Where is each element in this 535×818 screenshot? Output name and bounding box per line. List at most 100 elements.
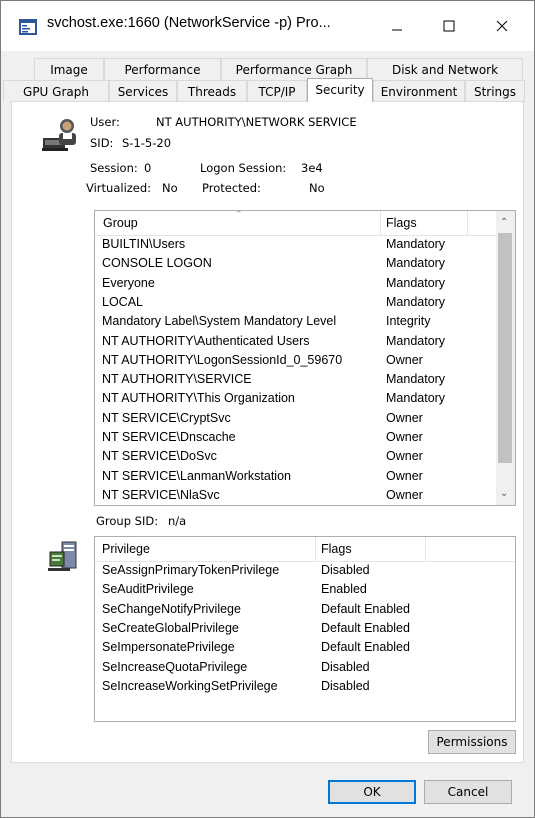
row-flags: Disabled: [321, 659, 370, 674]
row-name: NT AUTHORITY\LogonSessionId_0_59670: [102, 352, 343, 367]
column-header-group[interactable]: Group: [103, 216, 138, 230]
session-label: Session:: [90, 161, 138, 175]
row-flags: Disabled: [321, 563, 370, 577]
column-header-flags[interactable]: Flags: [321, 542, 352, 556]
ok-button[interactable]: OK: [328, 780, 416, 804]
user-icon: [42, 116, 80, 152]
tab-performance-graph[interactable]: Performance Graph: [221, 58, 367, 80]
groups-scrollbar-thumb[interactable]: [498, 233, 512, 463]
table-row[interactable]: LOCAL Mandatory: [95, 293, 498, 312]
table-row[interactable]: NT AUTHORITY\SERVICE Mandatory: [95, 370, 498, 389]
row-name: NT SERVICE\LanmanWorkstation: [102, 468, 291, 483]
process-properties-window: svchost.exe:1660 (NetworkService -p) Pro…: [0, 0, 535, 818]
scroll-down-icon[interactable]: ⌄: [500, 488, 508, 499]
row-name: NT AUTHORITY\This Organization: [102, 391, 295, 406]
scroll-up-icon[interactable]: ⌃: [500, 217, 508, 228]
tab-disk-and-network[interactable]: Disk and Network: [367, 58, 523, 80]
row-flags: Default Enabled: [321, 601, 410, 616]
table-row[interactable]: NT SERVICE\NlaSvc Owner: [95, 486, 498, 505]
row-name: SeIncreaseWorkingSetPrivilege: [102, 678, 278, 693]
row-name: NT AUTHORITY\SERVICE: [102, 372, 252, 387]
virtualized-value: No: [162, 181, 178, 195]
row-flags: Mandatory: [386, 275, 446, 290]
tab-image[interactable]: Image: [34, 58, 104, 80]
user-label: User:: [90, 115, 120, 129]
table-row[interactable]: NT SERVICE\LanmanWorkstation Owner: [95, 467, 498, 486]
row-name: Everyone: [102, 275, 155, 290]
tab-gpu-graph[interactable]: GPU Graph: [3, 80, 109, 102]
session-value: 0: [144, 161, 152, 175]
table-row[interactable]: SeAssignPrimaryTokenPrivilege Disabled: [95, 561, 515, 580]
table-row[interactable]: NT AUTHORITY\Authenticated Users Mandator…: [95, 332, 498, 351]
row-name: LOCAL: [102, 294, 143, 309]
minimize-icon: [392, 29, 402, 31]
user-value: NT AUTHORITY\NETWORK SERVICE: [156, 115, 357, 129]
row-name: SeIncreaseQuotaPrivilege: [102, 659, 248, 674]
sid-label: SID:: [90, 136, 114, 150]
table-row[interactable]: CONSOLE LOGON Mandatory: [95, 254, 498, 273]
table-row[interactable]: NT SERVICE\DoSvc Owner: [95, 447, 498, 466]
tab-row-1: Image Performance Performance Graph Disk…: [1, 58, 535, 80]
security-tab-page: User: NT AUTHORITY\NETWORK SERVICE SID: …: [11, 101, 524, 763]
row-name: SeImpersonatePrivilege: [102, 640, 235, 655]
table-row[interactable]: NT SERVICE\Dnscache Owner: [95, 428, 498, 447]
table-row[interactable]: SeImpersonatePrivilege Default Enabled: [95, 638, 515, 657]
tab-tcpip[interactable]: TCP/IP: [247, 80, 307, 102]
tab-performance[interactable]: Performance: [104, 58, 221, 80]
tab-row-2: GPU Graph Services Threads TCP/IP Securi…: [1, 78, 535, 102]
table-row[interactable]: SeIncreaseQuotaPrivilege Disabled: [95, 658, 515, 677]
row-name: NT AUTHORITY\Authenticated Users: [102, 333, 310, 348]
column-divider: [425, 537, 426, 561]
row-name: NT SERVICE\DoSvc: [102, 449, 217, 464]
close-icon: [496, 20, 508, 32]
row-name: SeAuditPrivilege: [102, 582, 194, 597]
protected-label: Protected:: [202, 181, 261, 195]
table-row[interactable]: BUILTIN\Users Mandatory: [95, 235, 498, 254]
row-name: NT SERVICE\CryptSvc: [102, 410, 231, 425]
row-flags: Owner: [386, 430, 423, 444]
row-flags: Default Enabled: [321, 640, 410, 655]
row-flags: Mandatory: [386, 333, 446, 348]
permissions-button[interactable]: Permissions: [428, 730, 516, 754]
row-name: Mandatory Label\System Mandatory Level: [102, 314, 337, 329]
table-row[interactable]: SeChangeNotifyPrivilege Default Enabled: [95, 600, 515, 619]
table-row[interactable]: NT AUTHORITY\This Organization Mandatory: [95, 389, 498, 408]
row-name: SeCreateGlobalPrivilege: [102, 620, 239, 635]
tab-strings[interactable]: Strings: [465, 80, 525, 102]
tab-services[interactable]: Services: [109, 80, 177, 102]
groups-header: Group ⌃ Flags: [95, 211, 498, 236]
group-sid-label: Group SID:: [96, 514, 159, 528]
table-row[interactable]: NT SERVICE\CryptSvc Owner: [95, 409, 498, 428]
tab-security[interactable]: Security: [307, 78, 373, 102]
table-row[interactable]: SeCreateGlobalPrivilege Default Enabled: [95, 619, 515, 638]
privileges-list[interactable]: Privilege Flags SeAssignPrimaryTokenPriv…: [94, 536, 516, 722]
column-header-flags[interactable]: Flags: [386, 216, 417, 230]
minimize-button[interactable]: [374, 9, 420, 43]
table-row[interactable]: SeAuditPrivilege Enabled: [95, 580, 515, 599]
tab-environment[interactable]: Environment: [373, 80, 465, 102]
groups-scrollbar[interactable]: ⌃ ⌄: [496, 211, 515, 505]
row-flags: Default Enabled: [321, 620, 410, 635]
maximize-button[interactable]: [426, 9, 472, 43]
row-flags: Mandatory: [386, 237, 446, 251]
privilege-icon: [48, 540, 78, 572]
sort-ascending-icon: ⌃: [235, 210, 243, 219]
privileges-header: Privilege Flags: [95, 537, 515, 562]
row-flags: Mandatory: [386, 294, 446, 309]
logon-session-label: Logon Session:: [200, 161, 287, 175]
row-flags: Owner: [386, 410, 423, 425]
table-row[interactable]: Mandatory Label\System Mandatory Level In…: [95, 312, 498, 331]
window-title: svchost.exe:1660 (NetworkService -p) Pro…: [47, 15, 331, 31]
table-row[interactable]: Everyone Mandatory: [95, 274, 498, 293]
cancel-button[interactable]: Cancel: [424, 780, 512, 804]
row-flags: Integrity: [386, 314, 431, 329]
table-row[interactable]: NT AUTHORITY\LogonSessionId_0_59670 Owner: [95, 351, 498, 370]
column-header-privilege[interactable]: Privilege: [102, 542, 150, 556]
table-row[interactable]: SeIncreaseWorkingSetPrivilege Disabled: [95, 677, 515, 696]
protected-value: No: [309, 181, 325, 195]
groups-list[interactable]: Group ⌃ Flags BUILTIN\Users Mandatory CONS…: [94, 210, 516, 506]
row-flags: Owner: [386, 352, 423, 367]
close-button[interactable]: [479, 9, 525, 43]
tab-threads[interactable]: Threads: [177, 80, 247, 102]
title-bar[interactable]: svchost.exe:1660 (NetworkService -p) Pro…: [1, 1, 534, 51]
